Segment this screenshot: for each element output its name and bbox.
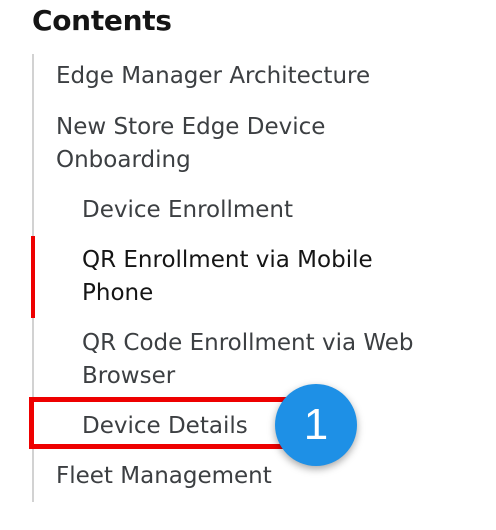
active-indicator bbox=[31, 236, 35, 318]
toc-item-qr-enrollment-mobile-line2[interactable]: Phone bbox=[82, 277, 153, 310]
toc-item-new-store-edge-device-line1[interactable]: New Store Edge Device bbox=[56, 111, 325, 144]
toc-title: Contents bbox=[32, 4, 172, 37]
toc-item-qr-code-enrollment-web-line2[interactable]: Browser bbox=[82, 360, 175, 393]
toc-item-device-enrollment[interactable]: Device Enrollment bbox=[82, 194, 293, 227]
callout-badge: 1 bbox=[275, 384, 357, 466]
toc-panel: Contents Edge Manager Architecture New S… bbox=[0, 0, 496, 530]
toc-item-qr-enrollment-mobile-line1[interactable]: QR Enrollment via Mobile bbox=[82, 244, 373, 277]
toc-item-edge-manager-architecture[interactable]: Edge Manager Architecture bbox=[56, 60, 370, 93]
toc-item-fleet-management[interactable]: Fleet Management bbox=[56, 460, 272, 493]
toc-item-qr-code-enrollment-web-line1[interactable]: QR Code Enrollment via Web bbox=[82, 327, 414, 360]
toc-item-new-store-edge-device-line2[interactable]: Onboarding bbox=[56, 144, 191, 177]
